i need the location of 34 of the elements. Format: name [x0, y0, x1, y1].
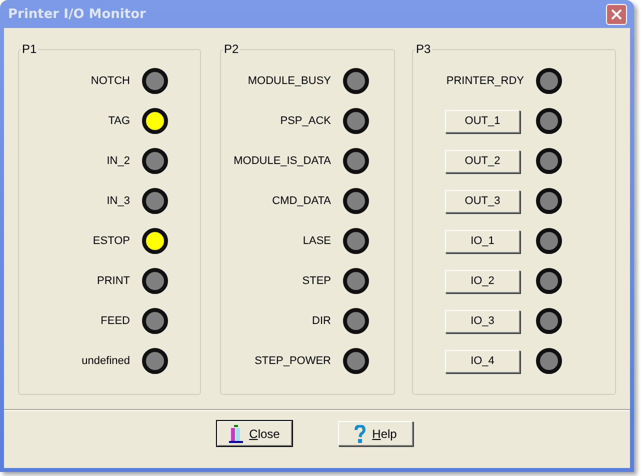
signal-label: DIR	[312, 315, 331, 327]
group-title: P2	[223, 42, 240, 56]
help-button[interactable]: Help	[338, 421, 413, 446]
signal-label: ESTOP	[92, 235, 130, 247]
close-icon	[611, 8, 622, 20]
signal-label: NOTCH	[90, 75, 130, 87]
output-button[interactable]: IO_4	[445, 350, 520, 372]
group-title: P3	[415, 42, 432, 56]
exit-icon	[229, 424, 244, 442]
signal-label: PSP_ACK	[280, 115, 331, 127]
close-button[interactable]	[606, 4, 627, 24]
signal-label: undefined	[82, 355, 130, 367]
close-button[interactable]: Close	[217, 421, 292, 446]
signal-label: IN_2	[106, 155, 130, 167]
signal-label: STEP	[302, 275, 331, 287]
help-icon	[354, 424, 366, 442]
output-button[interactable]: OUT_3	[445, 190, 520, 212]
signal-label: MODULE_IS_DATA	[234, 155, 331, 167]
output-button[interactable]: IO_1	[445, 230, 520, 252]
signal-label: PRINT	[97, 275, 130, 287]
output-button[interactable]: OUT_2	[445, 150, 520, 172]
window-title: Printer I/O Monitor	[8, 6, 146, 22]
output-button[interactable]: IO_3	[445, 310, 520, 332]
signal-label: FEED	[100, 315, 130, 327]
signal-label: IN_3	[106, 195, 130, 207]
signal-label: PRINTER_RDY	[446, 75, 524, 87]
output-button[interactable]: IO_2	[445, 270, 520, 292]
output-button[interactable]: OUT_1	[445, 110, 520, 132]
group-title: P1	[21, 42, 38, 56]
signal-label: MODULE_BUSY	[248, 75, 331, 87]
signal-label: STEP_POWER	[254, 355, 331, 367]
signal-label: LASE	[302, 235, 331, 247]
signal-label: CMD_DATA	[272, 195, 331, 207]
signal-label: TAG	[108, 115, 130, 127]
